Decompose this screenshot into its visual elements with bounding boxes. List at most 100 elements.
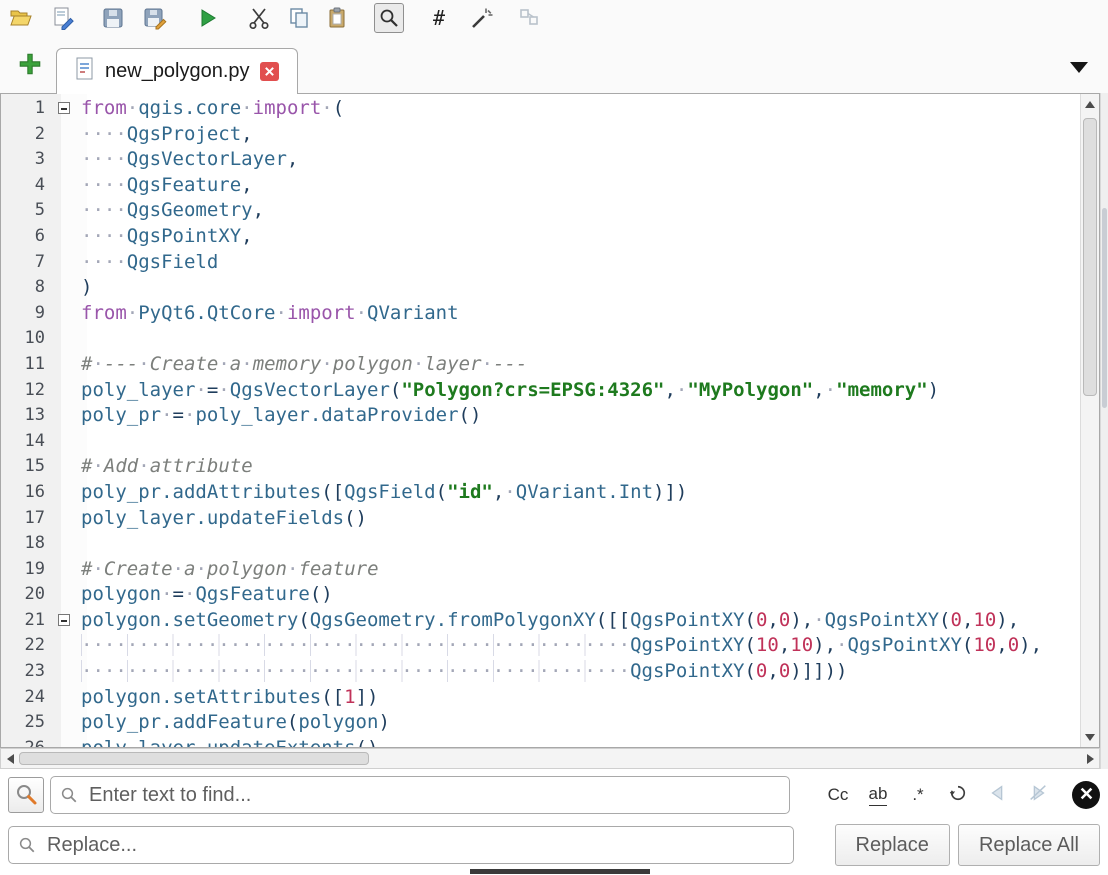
script-file-icon <box>75 57 95 86</box>
code-line-text: poly_pr·=·poly_layer.dataProvider() <box>81 403 481 429</box>
find-previous-button[interactable] <box>978 777 1018 813</box>
fold-column <box>53 454 79 480</box>
open-folder-icon <box>8 6 34 30</box>
line-number: 1 <box>1 96 53 122</box>
line-number: 18 <box>1 531 53 557</box>
up-arrow-icon <box>1085 101 1095 108</box>
replace-input[interactable] <box>8 826 794 864</box>
tab-list-dropdown-button[interactable] <box>1066 57 1092 79</box>
save-icon <box>101 6 125 30</box>
code-line-text: ········································… <box>81 659 847 685</box>
code-line-text: ) <box>81 275 92 301</box>
cut-button[interactable] <box>244 3 274 33</box>
find-bar-icon-button[interactable] <box>8 777 44 813</box>
object-inspector-button[interactable] <box>514 3 544 33</box>
match-case-button[interactable]: Cc <box>818 777 858 813</box>
code-line-text: poly_pr.addAttributes([QgsField("id",·QV… <box>81 480 687 506</box>
code-editor-pane: 1from·qgis.core·import·(2····QgsProject,… <box>0 93 1100 748</box>
save-button[interactable] <box>98 3 128 33</box>
copy-icon <box>287 6 311 30</box>
whole-word-button[interactable]: ab <box>858 777 898 813</box>
editor-vertical-scrollbar[interactable] <box>1080 94 1099 747</box>
close-tab-button[interactable] <box>260 62 279 81</box>
find-text-button[interactable] <box>374 3 404 33</box>
code-line: 25poly_pr.addFeature(polygon) <box>1 710 1099 736</box>
fold-marker[interactable] <box>58 614 70 626</box>
code-line-text: ····QgsGeometry, <box>81 198 264 224</box>
code-line-text: ····QgsFeature, <box>81 173 253 199</box>
find-input[interactable] <box>50 776 790 814</box>
paste-button[interactable] <box>322 3 352 33</box>
copy-button[interactable] <box>284 3 314 33</box>
tab-title: new_polygon.py <box>105 60 250 83</box>
line-number: 19 <box>1 557 53 583</box>
line-number: 9 <box>1 301 53 327</box>
code-line-text: #·Add·attribute <box>81 454 253 480</box>
toggle-comment-button[interactable]: # <box>424 3 454 33</box>
line-number: 5 <box>1 198 53 224</box>
wrap-around-button[interactable] <box>938 777 978 813</box>
object-inspector-icon <box>517 6 541 30</box>
regex-button[interactable]: .* <box>898 777 938 813</box>
tab-new-polygon[interactable]: new_polygon.py <box>56 48 298 94</box>
panel-divider <box>470 869 650 874</box>
fold-column <box>53 633 79 659</box>
code-line-text: ········································… <box>81 633 1042 659</box>
fold-column <box>53 557 79 583</box>
code-line: 18 <box>1 531 1099 557</box>
close-find-bar-button[interactable] <box>1072 781 1100 809</box>
line-number: 2 <box>1 122 53 148</box>
fold-column <box>53 301 79 327</box>
line-number: 17 <box>1 506 53 532</box>
panel-scroll-thumb[interactable] <box>1102 208 1107 408</box>
code-line-text: polygon.setGeometry(QgsGeometry.fromPoly… <box>81 608 1019 634</box>
open-script-button[interactable] <box>6 3 36 33</box>
scroll-left-button[interactable] <box>2 750 18 767</box>
horizontal-scroll-thumb[interactable] <box>19 752 369 765</box>
reformat-code-button[interactable] <box>466 3 496 33</box>
scroll-up-button[interactable] <box>1081 96 1099 112</box>
code-line: 21 polygon.setGeometry(QgsGeometry.fromPo… <box>1 608 1099 634</box>
fold-column <box>53 224 79 250</box>
editor-toolbar: # <box>0 0 1108 36</box>
fold-column <box>53 659 79 685</box>
run-icon <box>195 6 219 30</box>
code-line: 12poly_layer·=·QgsVectorLayer("Polygon?c… <box>1 378 1099 404</box>
code-text-area[interactable]: 1from·qgis.core·import·(2····QgsProject,… <box>1 96 1099 748</box>
code-line: 23······································… <box>1 659 1099 685</box>
run-script-button[interactable] <box>192 3 222 33</box>
scroll-right-button[interactable] <box>1082 750 1098 767</box>
line-number: 10 <box>1 326 53 352</box>
plus-icon <box>17 65 43 80</box>
replace-button[interactable]: Replace <box>835 824 950 866</box>
editor-horizontal-scrollbar[interactable] <box>0 748 1100 769</box>
code-line: 6····QgsPointXY, <box>1 224 1099 250</box>
code-line-text: poly_layer.updateExtents() <box>81 736 378 748</box>
fold-column <box>53 608 79 634</box>
new-tab-button[interactable] <box>16 51 44 79</box>
replace-all-button[interactable]: Replace All <box>958 824 1100 866</box>
fold-column <box>53 429 79 455</box>
code-line-text: ····QgsProject, <box>81 122 253 148</box>
save-as-button[interactable] <box>140 3 170 33</box>
down-arrow-icon <box>1085 734 1095 741</box>
line-number: 20 <box>1 582 53 608</box>
wrap-around-icon <box>948 783 968 808</box>
line-number: 11 <box>1 352 53 378</box>
fold-marker[interactable] <box>58 102 70 114</box>
find-magnifier-icon <box>14 782 38 809</box>
code-line: 8) <box>1 275 1099 301</box>
fold-column <box>53 147 79 173</box>
scroll-down-button[interactable] <box>1081 729 1099 745</box>
vertical-scroll-thumb[interactable] <box>1083 118 1097 396</box>
find-next-button[interactable] <box>1018 777 1058 813</box>
panel-scrollbar[interactable] <box>1100 93 1108 769</box>
open-in-external-editor-button[interactable] <box>48 3 78 33</box>
line-number: 24 <box>1 685 53 711</box>
fold-column <box>53 352 79 378</box>
line-number: 21 <box>1 608 53 634</box>
regex-label: .* <box>912 785 923 805</box>
code-line-text: polygon·=·QgsFeature() <box>81 582 333 608</box>
find-bar: Cc ab .* <box>0 772 1108 818</box>
whole-word-label: ab <box>869 784 888 806</box>
